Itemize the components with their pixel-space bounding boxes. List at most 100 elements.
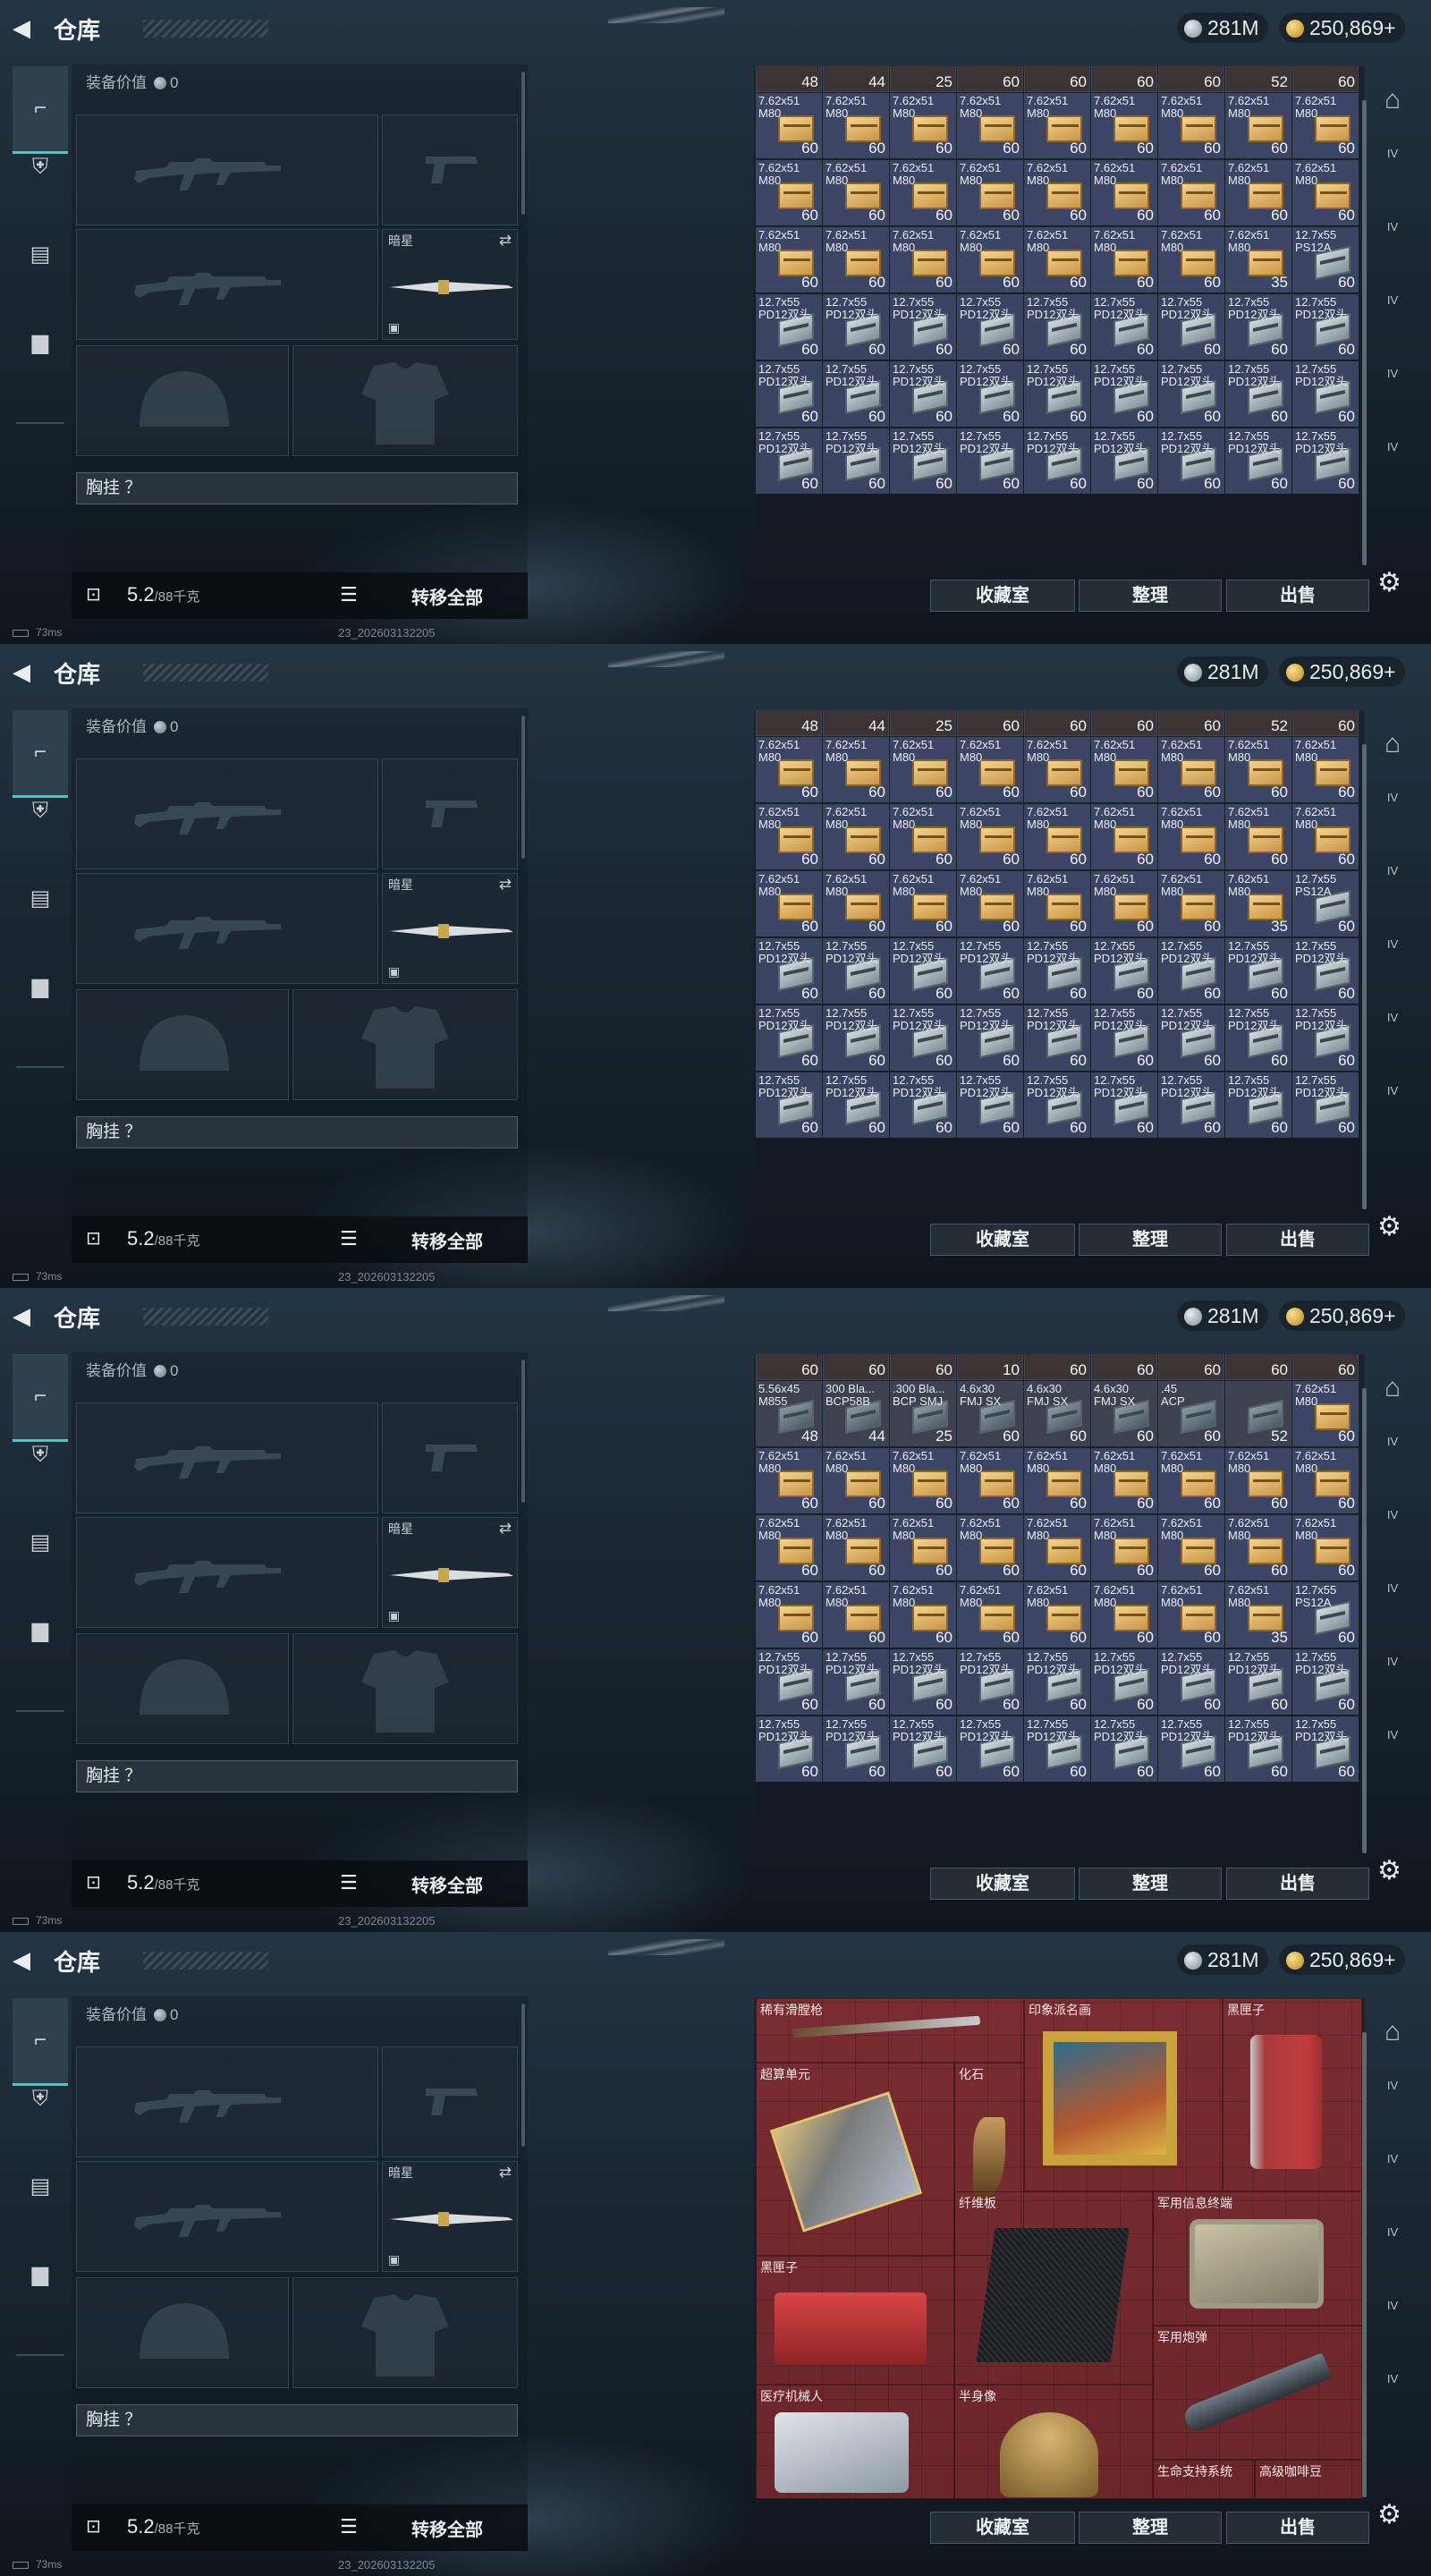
- grid-cell[interactable]: 7.62x51 M80 60: [823, 1582, 889, 1648]
- grid-cell[interactable]: 12.7x55 PS12A 60: [1292, 227, 1359, 292]
- grid-cell[interactable]: 7.62x51 M80 60: [1024, 804, 1090, 869]
- grid-cell[interactable]: 12.7x55 PD12双头 60: [1292, 1649, 1359, 1715]
- grid-cell-partial[interactable]: 25: [890, 710, 956, 736]
- backpack-icon[interactable]: ▤: [25, 240, 55, 270]
- grid-cell[interactable]: 7.62x51 M80 60: [1024, 737, 1090, 802]
- list-icon[interactable]: ☰: [340, 1227, 358, 1250]
- grid-cell[interactable]: 7.62x51 M80 60: [890, 227, 956, 292]
- grid-cell[interactable]: 12.7x55 PD12双头 60: [1158, 938, 1224, 1004]
- grid-cell[interactable]: 7.62x51 M80 60: [1158, 1448, 1224, 1513]
- grid-cell[interactable]: 12.7x55 PD12双头 60: [890, 938, 956, 1004]
- stash-tab-iv[interactable]: IV: [1374, 778, 1411, 818]
- grid-cell-partial[interactable]: 60: [1091, 66, 1157, 92]
- grid-cell[interactable]: 12.7x55 PD12双头 60: [756, 428, 822, 494]
- grid-cell[interactable]: 12.7x55 PD12双头 60: [890, 1072, 956, 1138]
- grid-cell[interactable]: 12.7x55 PD12双头 60: [823, 428, 889, 494]
- grid-cell-partial[interactable]: 60: [1024, 710, 1090, 736]
- collection-item[interactable]: 黑匣子: [756, 2256, 954, 2385]
- grid-cell[interactable]: 7.62x51 M80 60: [957, 1582, 1023, 1648]
- grid-cell[interactable]: 12.7x55 PD12双头 60: [1292, 361, 1359, 427]
- stash-tab-iv[interactable]: IV: [1374, 925, 1411, 964]
- grid-cell[interactable]: 7.62x51 M80 60: [1225, 93, 1291, 158]
- grid-cell[interactable]: 7.62x51 M80 60: [890, 871, 956, 936]
- grid-cell[interactable]: 7.62x51 M80 60: [1024, 1448, 1090, 1513]
- grid-cell-partial[interactable]: 60: [1158, 66, 1224, 92]
- grid-cell[interactable]: 7.62x51 M80 60: [1225, 1515, 1291, 1580]
- grid-cell[interactable]: 7.62x51 M80 60: [756, 737, 822, 802]
- list-icon[interactable]: ☰: [340, 2515, 358, 2538]
- grid-cell[interactable]: 12.7x55 PD12双头 60: [890, 1716, 956, 1782]
- grid-cell[interactable]: 12.7x55 PD12双头 60: [1024, 1072, 1090, 1138]
- grid-cell[interactable]: 7.62x51 M80 60: [756, 93, 822, 158]
- grid-cell-partial[interactable]: 60: [957, 710, 1023, 736]
- grid-cell-partial[interactable]: 60: [1091, 710, 1157, 736]
- pistol-slot[interactable]: [382, 114, 518, 225]
- padlock-icon[interactable]: ⊡: [86, 2515, 101, 2538]
- sort-button[interactable]: 整理: [1079, 2512, 1222, 2544]
- secondary-weapon-slot[interactable]: [76, 2161, 378, 2272]
- grid-cell[interactable]: 7.62x51 M80 60: [957, 871, 1023, 936]
- grid-cell[interactable]: 7.62x51 M80 35: [1225, 1582, 1291, 1648]
- grid-cell-partial[interactable]: 52: [1225, 66, 1291, 92]
- back-arrow-icon[interactable]: ◀: [13, 14, 39, 41]
- primary-weapon-slot[interactable]: [76, 1402, 378, 1513]
- gold-currency[interactable]: 250,869+: [1279, 1301, 1405, 1331]
- grid-cell[interactable]: 7.62x51 M80 60: [890, 1515, 956, 1580]
- armor-icon[interactable]: ⛨: [25, 2084, 55, 2114]
- grid-cell[interactable]: 7.62x51 M80 60: [1292, 737, 1359, 802]
- grid-cell[interactable]: 12.7x55 PD12双头 60: [890, 294, 956, 360]
- chest-rig-slot[interactable]: 胸挂 ？: [76, 472, 518, 504]
- grid-cell[interactable]: 7.62x51 M80 60: [1024, 93, 1090, 158]
- grid-cell[interactable]: 7.62x51 M80 60: [823, 227, 889, 292]
- grid-cell[interactable]: 7.62x51 M80 60: [756, 1582, 822, 1648]
- grid-cell[interactable]: 12.7x55 PD12双头 60: [1292, 294, 1359, 360]
- grid-cell[interactable]: 52: [1225, 1381, 1291, 1446]
- backpack-icon[interactable]: ▤: [25, 1528, 55, 1558]
- grid-cell[interactable]: 12.7x55 PD12双头 60: [1091, 361, 1157, 427]
- briefcase-icon[interactable]: ▆: [25, 1615, 55, 1646]
- grid-cell[interactable]: 12.7x55 PD12双头 60: [1024, 1716, 1090, 1782]
- grid-cell-partial[interactable]: 52: [1225, 710, 1291, 736]
- chest-rig-slot[interactable]: 胸挂 ？: [76, 1116, 518, 1148]
- grid-cell[interactable]: 7.62x51 M80 60: [957, 1448, 1023, 1513]
- armor-icon[interactable]: ⛨: [25, 796, 55, 826]
- grid-cell[interactable]: 12.7x55 PD12双头 60: [1158, 1005, 1224, 1071]
- grid-cell[interactable]: 12.7x55 PD12双头 60: [1292, 1005, 1359, 1071]
- home-tab-icon[interactable]: ⌂: [1374, 724, 1411, 764]
- grid-cell[interactable]: 7.62x51 M80 60: [1292, 1381, 1359, 1446]
- collection-item[interactable]: 医疗机械人: [756, 2385, 954, 2499]
- grid-cell[interactable]: 7.62x51 M80 60: [1091, 160, 1157, 225]
- grid-cell[interactable]: 12.7x55 PD12双头 60: [957, 428, 1023, 494]
- grid-cell[interactable]: 7.62x51 M80 60: [1225, 804, 1291, 869]
- stash-tab-iv[interactable]: IV: [1374, 998, 1411, 1038]
- grid-cell[interactable]: 7.62x51 M80 60: [1292, 1448, 1359, 1513]
- grid-cell[interactable]: 12.7x55 PD12双头 60: [957, 1649, 1023, 1715]
- armor-icon[interactable]: ⛨: [25, 152, 55, 182]
- grid-cell[interactable]: 7.62x51 M80 60: [957, 227, 1023, 292]
- grid-cell-partial[interactable]: 60: [890, 1354, 956, 1380]
- grid-cell[interactable]: 7.62x51 M80 60: [957, 1515, 1023, 1580]
- stash-scrollbar[interactable]: [1362, 1388, 1367, 1853]
- melee-slot[interactable]: 暗星 ⇄ ▣: [382, 2161, 518, 2272]
- grid-cell-partial[interactable]: 60: [1158, 710, 1224, 736]
- grid-cell-partial[interactable]: 25: [890, 66, 956, 92]
- helmet-slot[interactable]: [76, 1633, 289, 1744]
- grid-cell[interactable]: 7.62x51 M80 60: [1091, 1448, 1157, 1513]
- grid-cell[interactable]: 12.7x55 PD12双头 60: [1024, 294, 1090, 360]
- briefcase-icon[interactable]: ▆: [25, 2259, 55, 2290]
- grid-cell-partial[interactable]: 44: [823, 710, 889, 736]
- grid-cell[interactable]: 7.62x51 M80 60: [1091, 1582, 1157, 1648]
- stash-tab-iv[interactable]: IV: [1374, 1716, 1411, 1755]
- padlock-icon[interactable]: ⊡: [86, 583, 101, 606]
- grid-cell[interactable]: 7.62x51 M80 60: [1091, 737, 1157, 802]
- gear-icon[interactable]: ⚙: [1377, 1855, 1401, 1886]
- stash-tab-iv[interactable]: IV: [1374, 134, 1411, 174]
- transfer-all-button[interactable]: 转移全部: [411, 2515, 483, 2541]
- grid-cell[interactable]: 12.7x55 PD12双头 60: [957, 1072, 1023, 1138]
- briefcase-icon[interactable]: ▆: [25, 327, 55, 358]
- stash-tab-iv[interactable]: IV: [1374, 1642, 1411, 1682]
- melee-slot[interactable]: 暗星 ⇄ ▣: [382, 229, 518, 340]
- collection-room-button[interactable]: 收藏室: [930, 1868, 1075, 1900]
- grid-cell[interactable]: 7.62x51 M80 60: [890, 160, 956, 225]
- grid-cell[interactable]: 12.7x55 PD12双头 60: [756, 1005, 822, 1071]
